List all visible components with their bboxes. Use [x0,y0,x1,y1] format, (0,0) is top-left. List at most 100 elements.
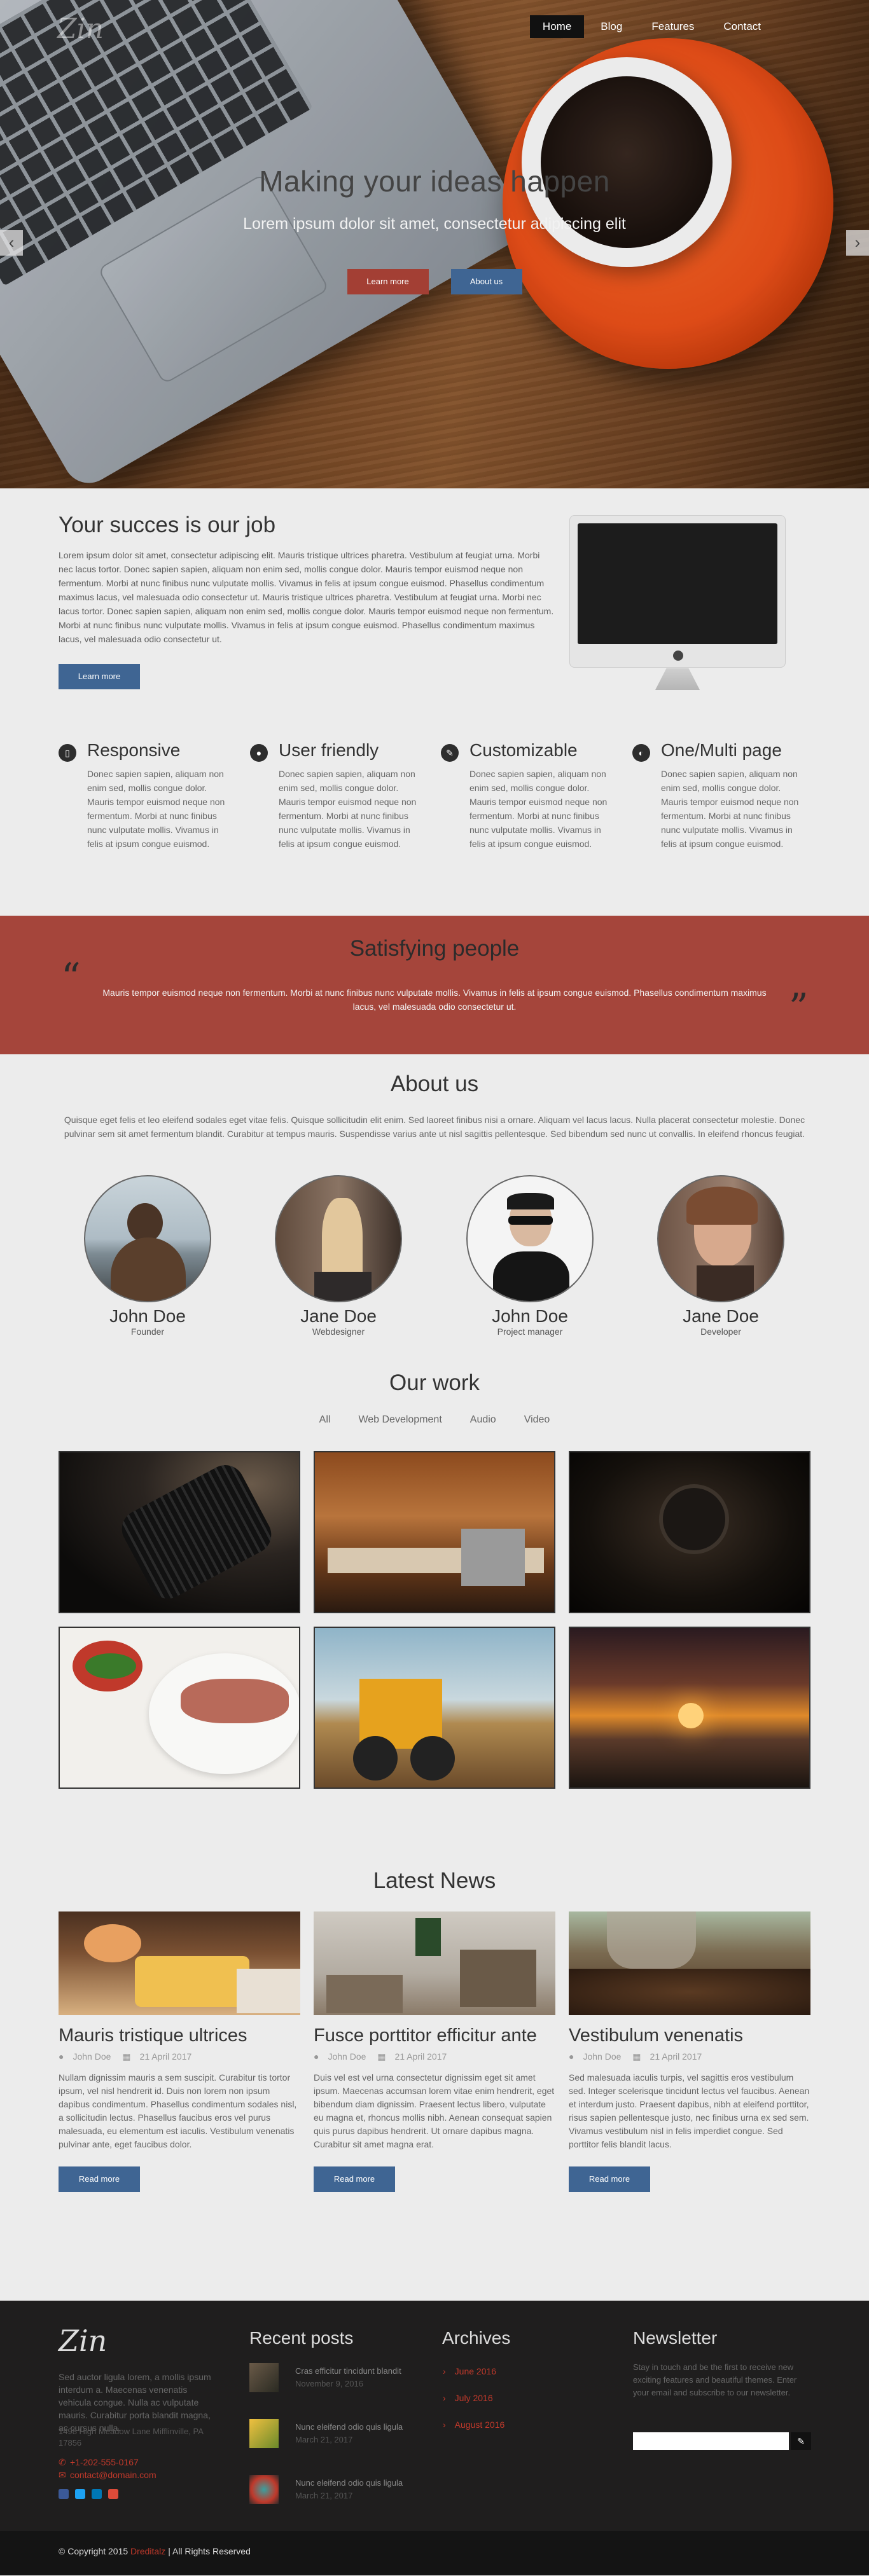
portfolio-item-camera-lens[interactable] [59,1451,300,1613]
post-thumbnail[interactable] [314,1911,555,2015]
copyright-text: © Copyright 2015 Dreditalz | All Rights … [59,2546,251,2556]
post-author: John Doe [583,2051,622,2062]
post-title[interactable]: Mauris tristique ultrices [59,2025,300,2046]
recent-post-date: March 21, 2017 [295,2491,353,2500]
logo[interactable]: Zin [57,13,104,45]
twitter-icon[interactable] [75,2489,85,2499]
portfolio-section: Our work All Web Development Audio Video [0,1353,869,1853]
portfolio-item-food-plate[interactable] [59,1627,300,1789]
copyright-brand-link[interactable]: Dreditalz [130,2546,165,2556]
filter-audio[interactable]: Audio [470,1414,496,1426]
news-title: Latest News [373,1868,496,1893]
email-address[interactable]: contact@domain.com [70,2470,156,2480]
chevron-left-icon[interactable]: ‹ [0,230,23,256]
nav-home[interactable]: Home [529,15,585,38]
member-role: Founder [130,1326,165,1337]
post-author: John Doe [328,2051,366,2062]
chevron-right-icon[interactable]: › [846,230,869,256]
recent-post-title[interactable]: Cras efficitur tincidunt blandit [295,2366,401,2376]
team-member: Jane Doe Webdesigner [275,1175,402,1337]
member-role: Webdesigner [312,1326,365,1337]
hero-title: Making your ideas happen [259,165,610,198]
post-thumbnail[interactable] [569,1911,810,2015]
read-more-button[interactable]: Read more [59,2166,140,2192]
testimonial-title: Satisfying people [349,936,520,961]
linkedin-icon[interactable] [92,2489,102,2499]
feature-title: Customizable [469,740,578,760]
work-title: Our work [389,1370,480,1395]
post-title[interactable]: Fusce porttitor efficitur ante [314,2025,555,2046]
success-text: Lorem ipsum dolor sit amet, consectetur … [59,550,554,644]
post-meta: ● John Doe ▦ 21 April 2017 [59,2051,300,2062]
news-post: Fusce porttitor efficitur ante ● John Doe… [314,1911,555,2192]
calendar-icon: ▦ [122,2051,131,2062]
about-section: About us Quisque eget felis et leo eleif… [0,1054,869,1353]
learn-more-button[interactable]: Learn more [347,269,429,294]
read-more-button[interactable]: Read more [569,2166,650,2192]
filter-all[interactable]: All [319,1414,331,1426]
filter-web-development[interactable]: Web Development [358,1414,441,1426]
member-role: Developer [700,1326,741,1337]
monitor-screen [578,523,777,644]
nav-contact[interactable]: Contact [711,15,774,38]
portfolio-filters: All Web Development Audio Video [0,1414,869,1426]
recent-post-thumbnail [249,2419,279,2448]
recent-post[interactable]: Nunc eleifend odio quis ligula March 21,… [249,2475,440,2505]
user-icon: ● [314,2051,319,2062]
success-learn-more-button[interactable]: Learn more [59,664,140,689]
mail-icon: ✉ [59,2470,66,2480]
recent-post[interactable]: Cras efficitur tincidunt blandit Novembe… [249,2363,440,2393]
feature-text: Donec sapien sapien, aliquam non enim se… [469,769,608,849]
newsletter-email-input[interactable] [633,2432,789,2450]
recent-post-title[interactable]: Nunc eleifend odio quis ligula [295,2478,403,2488]
filter-video[interactable]: Video [524,1414,550,1426]
archive-link[interactable]: July 2016 [443,2393,493,2403]
nav-blog[interactable]: Blog [588,15,635,38]
recent-post[interactable]: Nunc eleifend odio quis ligula March 21,… [249,2419,440,2449]
archive-link[interactable]: June 2016 [443,2366,496,2376]
news-post: Vestibulum venenatis ● John Doe ▦ 21 April… [569,1911,810,2192]
footer-description: Sed auctor ligula lorem, a mollis ipsum … [59,2372,211,2433]
post-meta: ● John Doe ▦ 21 April 2017 [569,2051,810,2062]
page-icon: ◐ [632,744,650,762]
success-section: Your succes is our job Lorem ipsum dolor… [0,488,869,736]
post-title[interactable]: Vestibulum venenatis [569,2025,810,2046]
recent-post-title[interactable]: Nunc eleifend odio quis ligula [295,2422,403,2432]
portfolio-item-coffee-grinder[interactable] [569,1451,810,1613]
portfolio-item-sunset[interactable] [569,1627,810,1789]
member-name: John Doe [109,1306,186,1326]
calendar-icon: ▦ [377,2051,386,2062]
footer-phone: ✆ +1-202-555-0167 [59,2457,139,2468]
feature-text: Donec sapien sapien, aliquam non enim se… [279,769,417,849]
recent-post-date: November 9, 2016 [295,2379,363,2388]
success-title: Your succes is our job [59,513,276,537]
post-thumbnail[interactable] [59,1911,300,2015]
monitor-stand [655,668,700,690]
about-us-button[interactable]: About us [450,269,522,294]
social-links [59,2489,118,2499]
avatar [657,1175,784,1302]
archive-link[interactable]: August 2016 [443,2420,505,2430]
portfolio-item-excavator[interactable] [314,1627,555,1789]
testimonial-text: Mauris tempor euismod neque non fermentu… [102,988,767,1012]
nav-features[interactable]: Features [639,15,707,38]
phone-icon: ✆ [59,2457,66,2467]
phone-number[interactable]: +1-202-555-0167 [70,2457,139,2467]
read-more-button[interactable]: Read more [314,2166,395,2192]
mobile-icon: ▯ [59,744,76,762]
hero-overlay [0,0,869,488]
news-section: Latest News Mauris tristique ultrices ● J… [0,1853,869,2301]
newsletter-text: Stay in touch and be the first to receiv… [633,2362,797,2397]
team-member: John Doe Founder [84,1175,211,1337]
rss-icon[interactable] [108,2489,118,2499]
facebook-icon[interactable] [59,2489,69,2499]
post-date: 21 April 2017 [139,2051,192,2062]
about-title: About us [390,1071,479,1096]
portfolio-item-kitchen[interactable] [314,1451,555,1613]
newsletter-submit-button[interactable]: ✎ [791,2432,811,2450]
post-author: John Doe [73,2051,111,2062]
member-name: Jane Doe [683,1306,759,1326]
feature-text: Donec sapien sapien, aliquam non enim se… [661,769,799,849]
about-text: Quisque eget felis et leo eleifend sodal… [64,1115,805,1139]
footer-logo[interactable]: Zin [59,2324,107,2358]
